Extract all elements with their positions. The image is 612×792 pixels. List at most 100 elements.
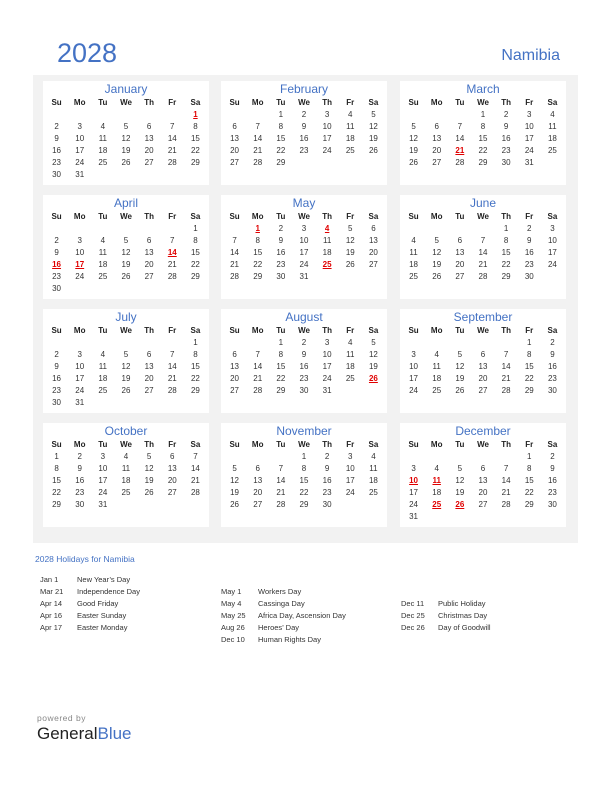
weekday-header: Th <box>144 326 155 335</box>
day-cell: 14 <box>501 362 511 371</box>
day-cell: 2 <box>54 122 59 131</box>
empty-cell <box>91 223 114 235</box>
holiday-row: Mar 21 Independence Day <box>40 586 140 598</box>
weekday-header: Sa <box>547 440 558 449</box>
day-cell: 19 <box>144 476 154 485</box>
day-cell: 22 <box>299 488 309 497</box>
day-cell: 1 <box>527 338 532 347</box>
weekday-header: Th <box>501 440 512 449</box>
day-cell: 10 <box>409 362 419 371</box>
empty-cell <box>402 337 425 349</box>
day-cell: 25 <box>98 272 108 281</box>
brand-blue: Blue <box>97 724 132 743</box>
day-cell: 20 <box>478 374 488 383</box>
day-cell: 3 <box>77 350 82 359</box>
brand-general: General <box>37 724 98 743</box>
weekday-header: Tu <box>98 326 108 335</box>
weekday-header: Tu <box>276 212 286 221</box>
day-cell: 6 <box>232 122 237 131</box>
day-cell: 3 <box>77 236 82 245</box>
day-cell: 2 <box>301 338 307 347</box>
day-cell: 4 <box>100 350 106 359</box>
holiday-name: Easter Monday <box>77 623 128 632</box>
empty-cell <box>402 451 425 463</box>
holiday-date: May 4 <box>221 599 242 608</box>
day-cell: 11 <box>98 134 107 143</box>
weekday-header: Th <box>322 440 333 449</box>
holiday-date: Apr 17 <box>40 623 63 632</box>
day-cell: 15 <box>190 134 200 143</box>
day-cell: 6 <box>146 236 152 245</box>
day-cell: 16 <box>322 476 332 485</box>
weekday-header: Su <box>408 440 419 449</box>
day-cell: 5 <box>146 452 152 461</box>
day-cell: 3 <box>348 452 353 461</box>
day-cell: 20 <box>230 374 240 383</box>
weekday-header: Sa <box>368 212 379 221</box>
day-cell: 29 <box>253 272 263 281</box>
day-cell: 14 <box>253 134 263 143</box>
day-cell: 5 <box>457 350 463 359</box>
weekday-header: We <box>477 326 489 335</box>
day-cell: 25 <box>409 272 419 281</box>
day-cell: 20 <box>230 146 240 155</box>
day-cell: 7 <box>503 464 509 473</box>
day-cell: 19 <box>121 146 131 155</box>
month-july: July Su Mo Tu We Th Fr Sa 1 2 3 4 5 6 7 8 9 10 11 12 13 14 15 1… <box>43 309 209 413</box>
day-cell: 10 <box>299 236 309 245</box>
day-cell: 16 <box>524 248 534 257</box>
day-cell: 27 <box>167 488 177 497</box>
month-name: November <box>276 424 332 438</box>
day-cell: 5 <box>123 236 129 245</box>
day-cell: 10 <box>524 122 534 131</box>
day-cell: 14 <box>167 362 177 371</box>
day-cell: 16 <box>299 362 309 371</box>
day-cell: 10 <box>75 362 85 371</box>
month-grid: Su Mo Tu We Th Fr Sa 1 2 3 4 5 6 7 8 9 10 11 12 13 14 15 16 17 1… <box>400 325 566 397</box>
day-cell: 1 <box>503 224 509 233</box>
day-cell: 30 <box>547 500 557 509</box>
day-cell: 23 <box>501 146 511 155</box>
day-cell: 26 <box>345 260 355 269</box>
holiday-name: Good Friday <box>77 599 119 608</box>
day-cell: 4 <box>434 350 439 359</box>
holiday-day: 25 <box>322 260 332 269</box>
day-cell: 6 <box>480 464 486 473</box>
holiday-list-column: Dec 11 Public Holiday Dec 25 Christmas Day D… <box>401 598 491 634</box>
day-cell: 25 <box>547 146 557 155</box>
weekday-header: Fr <box>525 326 534 335</box>
weekday-header: Tu <box>98 212 108 221</box>
day-cell: 22 <box>501 260 511 269</box>
calendar-panel: January Su Mo Tu We Th Fr Sa 1 2 3 4 5 6 7 8 9 10 11 12 13 14… <box>33 75 578 543</box>
day-cell: 5 <box>411 122 416 131</box>
holiday-name: Independence Day <box>77 587 140 596</box>
day-cell: 6 <box>146 122 152 131</box>
weekday-header: Fr <box>346 440 355 449</box>
day-cell: 17 <box>322 362 332 371</box>
day-cell: 3 <box>411 464 416 473</box>
day-cell: 2 <box>301 110 307 119</box>
holiday-name: Cassinga Day <box>258 599 305 608</box>
holiday-name: Public Holiday <box>438 599 486 608</box>
holiday-list-column: May 1 Workers Day May 4 Cassinga Day May 25 A… <box>221 586 346 646</box>
day-cell: 17 <box>345 476 355 485</box>
day-cell: 8 <box>193 236 198 245</box>
day-cell: 27 <box>478 500 488 509</box>
day-cell: 20 <box>432 146 442 155</box>
empty-cell <box>45 337 68 349</box>
empty-cell <box>402 223 425 235</box>
day-cell: 9 <box>54 362 59 371</box>
day-cell: 18 <box>547 134 557 143</box>
day-cell: 3 <box>324 110 330 119</box>
day-cell: 18 <box>98 374 108 383</box>
day-cell: 23 <box>52 386 62 395</box>
day-cell: 31 <box>75 170 85 179</box>
day-cell: 9 <box>278 236 284 245</box>
day-cell: 27 <box>368 260 378 269</box>
day-cell: 31 <box>409 512 419 521</box>
weekday-header: Su <box>408 212 419 221</box>
weekday-header: Fr <box>525 440 534 449</box>
holiday-row: Dec 10 Human Rights Day <box>221 634 346 646</box>
day-cell: 15 <box>190 362 200 371</box>
day-cell: 4 <box>411 236 416 245</box>
